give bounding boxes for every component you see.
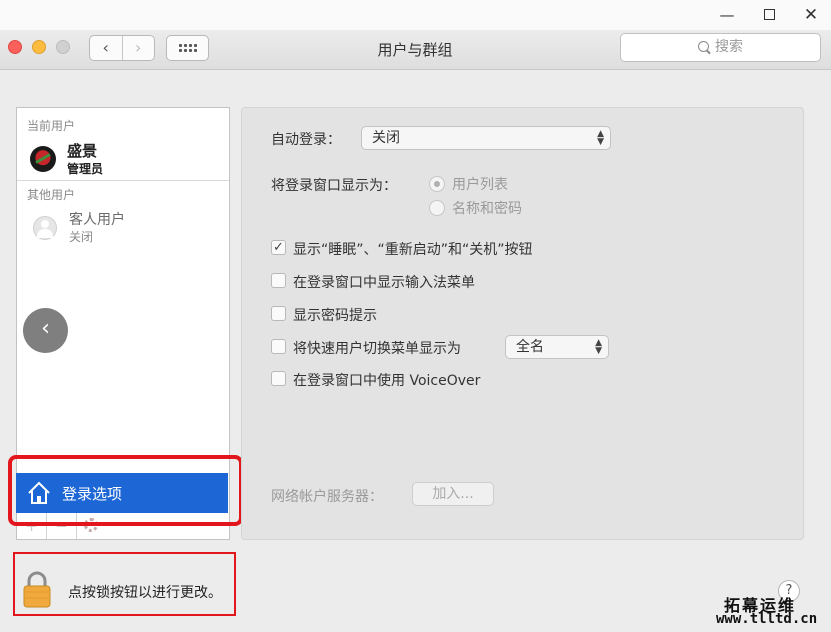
current-users-header: 当前用户: [27, 119, 76, 133]
close-traffic-light[interactable]: [8, 40, 22, 54]
forward-button[interactable]: ›: [121, 36, 155, 60]
zoom-traffic-light[interactable]: [56, 40, 70, 54]
updown-chevron-icon: ▲ ▼: [595, 338, 602, 356]
guest-user-name: 客人用户: [69, 212, 125, 228]
checkbox-sleep-restart-shutdown[interactable]: ✓: [271, 240, 286, 255]
window-minimize-button[interactable]: —: [712, 4, 742, 26]
user-row-current[interactable]: 盛景 管理员: [17, 138, 229, 178]
checkbox-voiceover[interactable]: [271, 371, 286, 386]
checkbox-password-hints[interactable]: [271, 306, 286, 321]
overlay-back-button[interactable]: ‹: [23, 308, 68, 353]
checkbox-label: 在登录窗口中使用 VoiceOver: [293, 373, 481, 389]
user-role: 管理员: [67, 162, 104, 176]
window-close-button[interactable]: ✕: [796, 4, 826, 26]
divider: [17, 180, 229, 181]
checkbox-label: 显示密码提示: [293, 308, 377, 324]
radio-user-list-label: 用户列表: [452, 177, 508, 193]
network-server-label: 网络帐户服务器：: [271, 489, 383, 505]
display-login-window-label: 将登录窗口显示为：: [271, 178, 397, 194]
auto-login-select[interactable]: 关闭 ▲ ▼: [361, 126, 611, 150]
fast-switch-value: 全名: [516, 339, 544, 355]
updown-chevron-icon: ▲ ▼: [597, 129, 604, 147]
search-icon: [698, 41, 709, 52]
minimize-traffic-light[interactable]: [32, 40, 46, 54]
checkbox-input-menu[interactable]: [271, 273, 286, 288]
auto-login-value: 关闭: [372, 130, 400, 146]
user-name: 盛景: [67, 142, 98, 160]
outer-window-chrome: — ✕: [0, 0, 831, 30]
checkbox-fast-user-switching[interactable]: [271, 339, 286, 354]
checkbox-label: 在登录窗口中显示输入法菜单: [293, 275, 475, 291]
mac-titlebar: ‹ › 用户与群组 搜索: [0, 30, 831, 70]
highlight-box: [13, 552, 236, 616]
fast-switch-select[interactable]: 全名 ▲ ▼: [505, 335, 609, 359]
login-options-panel: 自动登录： 关闭 ▲ ▼ 将登录窗口显示为： 用户列表 名称和密码 ✓ 显示“睡眠…: [241, 107, 804, 540]
search-input[interactable]: 搜索: [620, 33, 821, 62]
join-button[interactable]: 加入...: [412, 482, 494, 506]
user-row-guest[interactable]: 客人用户 关闭: [17, 209, 229, 249]
highlight-box: [8, 455, 243, 526]
maximize-icon: [763, 9, 775, 20]
radio-name-password-label: 名称和密码: [452, 201, 522, 217]
radio-user-list[interactable]: [429, 176, 445, 192]
back-button[interactable]: ‹: [90, 36, 122, 60]
checkbox-label: 显示“睡眠”、“重新启动”和“关机”按钮: [293, 242, 533, 258]
avatar: [30, 146, 56, 172]
checkbox-label: 将快速用户切换菜单显示为: [293, 341, 461, 357]
nav-button-group: ‹ ›: [89, 35, 155, 61]
other-users-header: 其他用户: [27, 188, 76, 202]
show-all-button[interactable]: [166, 35, 209, 61]
guest-avatar-icon: [33, 216, 57, 240]
window-maximize-button[interactable]: [754, 4, 784, 26]
search-placeholder: 搜索: [715, 39, 743, 55]
window-title: 用户与群组: [377, 41, 453, 59]
radio-name-password[interactable]: [429, 200, 445, 216]
watermark-url: www.tlltd.cn: [716, 611, 818, 627]
guest-user-status: 关闭: [69, 230, 94, 244]
auto-login-label: 自动登录：: [271, 132, 341, 148]
